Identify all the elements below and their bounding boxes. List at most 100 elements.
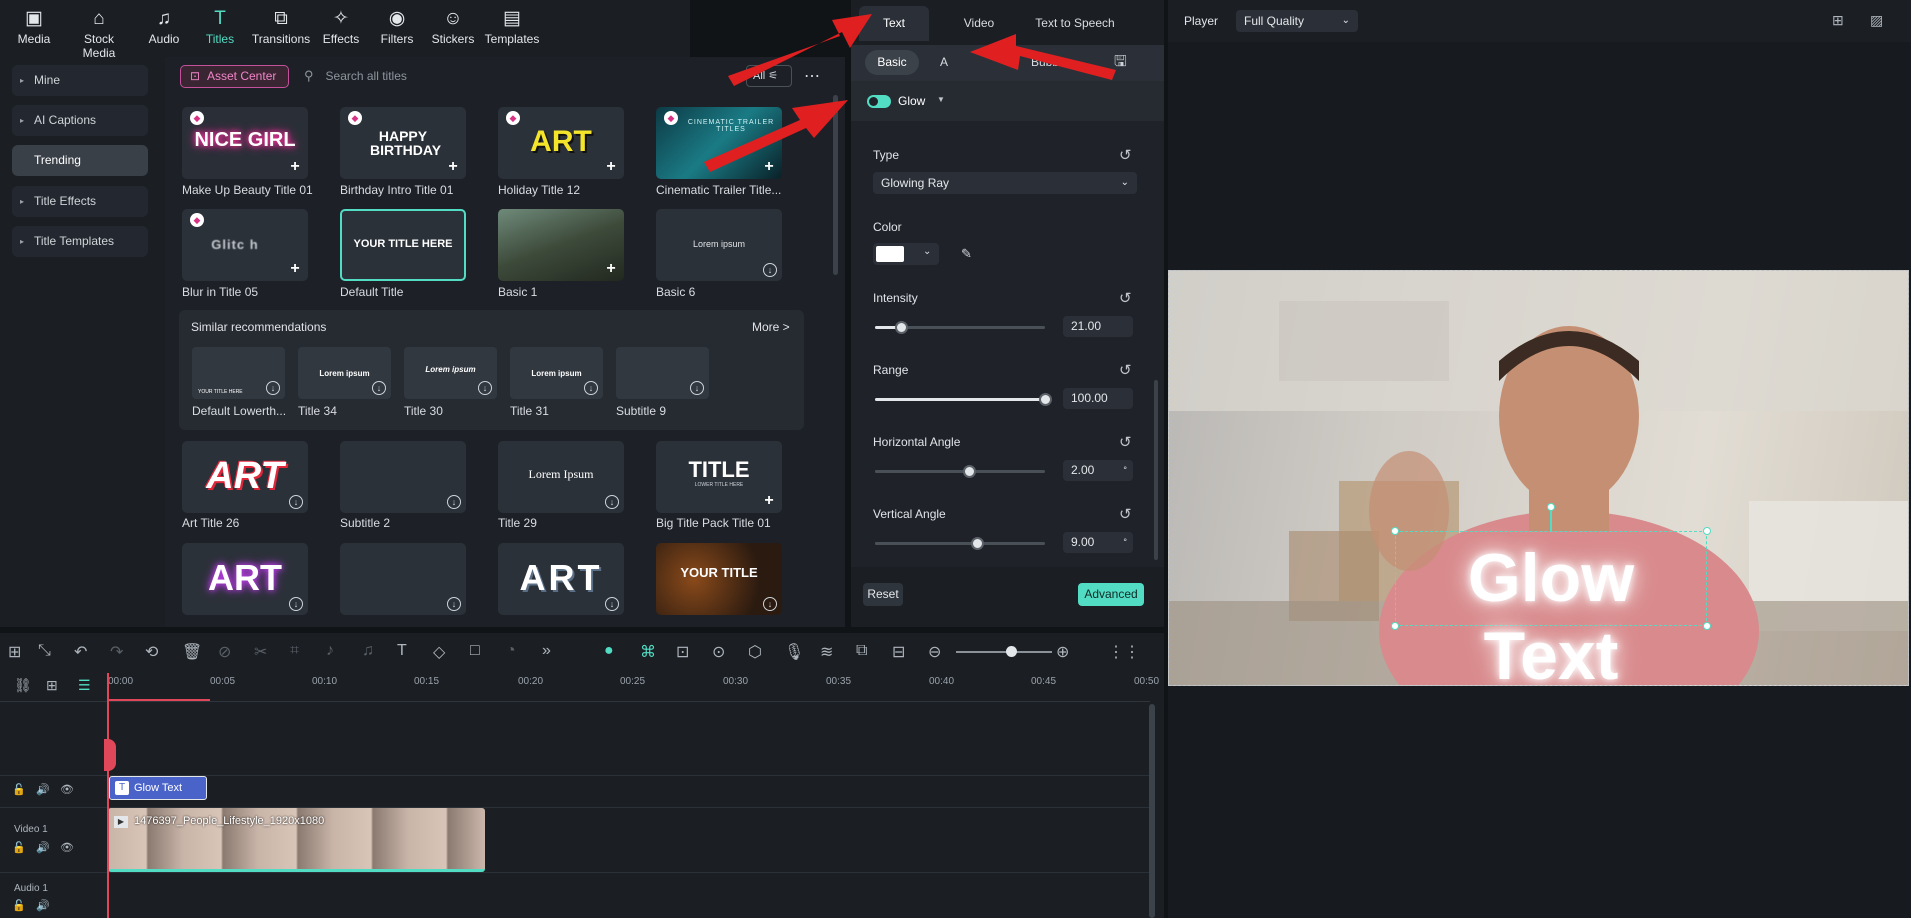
detach-icon[interactable]: ⊘ bbox=[218, 642, 231, 662]
download-icon[interactable]: ↓ bbox=[266, 381, 280, 395]
add-icon[interactable]: + bbox=[604, 159, 618, 175]
toolbar-templates[interactable]: ▤ Templates bbox=[481, 6, 543, 46]
audio-edit-icon[interactable]: ♪ bbox=[326, 642, 334, 660]
more-link[interactable]: More > bbox=[752, 320, 790, 334]
title-thumb-holiday-12[interactable]: ◆ ART + bbox=[498, 107, 624, 179]
asset-center-button[interactable]: ⊡ Asset Center bbox=[180, 65, 289, 88]
video-clip[interactable]: ▶ 1476397_People_Lifestyle_1920x1080 bbox=[108, 808, 485, 872]
tab-text[interactable]: Text bbox=[859, 6, 929, 41]
video-preview[interactable]: Glow Text bbox=[1168, 270, 1909, 686]
download-icon[interactable]: ↓ bbox=[289, 597, 303, 611]
layout-icon[interactable]: ⊞ bbox=[8, 642, 21, 662]
title-thumb-subtitle[interactable]: ↓ bbox=[340, 543, 466, 615]
reset-button[interactable]: Reset bbox=[863, 583, 903, 606]
intensity-value[interactable]: 21.00 bbox=[1063, 316, 1133, 337]
zoom-slider[interactable] bbox=[956, 646, 1052, 657]
scopes-icon[interactable]: ▨ bbox=[1870, 12, 1883, 29]
download-icon[interactable]: ↓ bbox=[763, 263, 777, 277]
title-clip[interactable]: T Glow Text bbox=[109, 776, 207, 800]
title-thumb-art-glow[interactable]: ART ↓ bbox=[182, 543, 308, 615]
add-track-icon[interactable]: ⊞ bbox=[46, 677, 58, 694]
volume-icon[interactable]: 🔊 bbox=[36, 783, 50, 796]
lock-icon[interactable]: 🔓 bbox=[12, 841, 26, 854]
lock-icon[interactable]: 🔓 bbox=[12, 783, 26, 796]
search-bar[interactable]: ⚲ Search all titles bbox=[304, 68, 407, 84]
toolbar-stock-media[interactable]: ⌂ Stock Media bbox=[68, 6, 130, 60]
snap-icon[interactable]: ⌘ bbox=[640, 642, 656, 662]
download-icon[interactable]: ↓ bbox=[289, 495, 303, 509]
quality-dropdown[interactable]: Full Quality ⌄ bbox=[1236, 10, 1358, 32]
reset-horizontal-angle-icon[interactable]: ↺ bbox=[1119, 433, 1132, 451]
similar-thumb-default-lowerthird[interactable]: YOUR TITLE HERE ↓ bbox=[192, 347, 285, 399]
download-icon[interactable]: ↓ bbox=[372, 381, 386, 395]
tab-video[interactable]: Video bbox=[944, 6, 1014, 41]
title-thumb-basic-1[interactable]: + bbox=[498, 209, 624, 281]
title-thumb-blur-in-05[interactable]: ◆ Glitc h + bbox=[182, 209, 308, 281]
grid-view-icon[interactable]: ⊞ bbox=[1832, 12, 1844, 29]
props-scrollbar[interactable] bbox=[1154, 380, 1158, 560]
similar-thumb-subtitle-9[interactable]: ↓ bbox=[616, 347, 709, 399]
download-icon[interactable]: ↓ bbox=[605, 495, 619, 509]
voiceover-icon[interactable]: ≋ bbox=[820, 642, 833, 662]
download-icon[interactable]: ↓ bbox=[584, 381, 598, 395]
reset-range-icon[interactable]: ↺ bbox=[1119, 361, 1132, 379]
download-icon[interactable]: ↓ bbox=[447, 495, 461, 509]
toolbar-filters[interactable]: ◉ Filters bbox=[366, 6, 428, 46]
add-icon[interactable]: + bbox=[446, 159, 460, 175]
crop-icon[interactable]: ⌗ bbox=[290, 642, 299, 660]
grid-scrollbar[interactable] bbox=[833, 95, 838, 275]
add-icon[interactable]: + bbox=[288, 159, 302, 175]
glow-toggle[interactable] bbox=[867, 95, 891, 108]
glow-text-overlay[interactable]: Glow Text bbox=[1395, 539, 1707, 685]
similar-thumb-title-31[interactable]: Lorem ipsum ↓ bbox=[510, 347, 603, 399]
title-thumb-art-white[interactable]: ART ↓ bbox=[498, 543, 624, 615]
horizontal-angle-slider[interactable] bbox=[875, 465, 1045, 478]
sidebar-item-title-effects[interactable]: ▸ Title Effects bbox=[12, 186, 148, 217]
preview-render-icon[interactable]: ⊙ bbox=[712, 642, 725, 662]
link-icon[interactable]: ⛓ bbox=[14, 677, 32, 694]
volume-icon[interactable]: 🔊 bbox=[36, 899, 50, 912]
toolbar-transitions[interactable]: ⧉ Transitions bbox=[250, 6, 312, 46]
download-icon[interactable]: ↓ bbox=[690, 381, 704, 395]
delete-icon[interactable]: 🗑 bbox=[182, 642, 202, 662]
eye-icon[interactable]: 👁 bbox=[60, 841, 74, 854]
add-icon[interactable]: + bbox=[762, 159, 776, 175]
undo-icon[interactable]: ↶ bbox=[74, 642, 87, 662]
lock-icon[interactable]: 🔓 bbox=[12, 899, 26, 912]
range-value[interactable]: 100.00 bbox=[1063, 388, 1133, 409]
subtab-animation[interactable]: A bbox=[940, 50, 948, 75]
music-icon[interactable]: ♫ bbox=[362, 642, 374, 660]
select-tool-icon[interactable]: ⤡ bbox=[38, 642, 51, 660]
save-preset-icon[interactable]: 🖫 bbox=[1114, 51, 1127, 76]
tab-text-to-speech[interactable]: Text to Speech bbox=[1015, 6, 1135, 41]
resize-handle[interactable] bbox=[1391, 527, 1399, 535]
intensity-slider[interactable] bbox=[875, 321, 1045, 334]
type-dropdown[interactable]: Glowing Ray ⌄ bbox=[873, 172, 1137, 194]
download-icon[interactable]: ↓ bbox=[605, 597, 619, 611]
add-icon[interactable]: + bbox=[762, 493, 776, 509]
sidebar-item-mine[interactable]: ▸ Mine bbox=[12, 65, 148, 96]
title-thumb-big-title-pack[interactable]: TITLE LOWER TITLE HERE + bbox=[656, 441, 782, 513]
filter-dropdown[interactable]: All ⚟ bbox=[746, 65, 792, 87]
title-thumb-art-26[interactable]: ART ↓ bbox=[182, 441, 308, 513]
title-thumb-your-title[interactable]: YOUR TITLE ↓ bbox=[656, 543, 782, 615]
reset-type-icon[interactable]: ↺ bbox=[1119, 146, 1132, 164]
record-box-icon[interactable]: □ bbox=[470, 642, 480, 660]
render-icon[interactable]: ⊡ bbox=[676, 642, 689, 662]
text-tool-icon[interactable]: T bbox=[397, 642, 407, 660]
reset-vertical-angle-icon[interactable]: ↺ bbox=[1119, 505, 1132, 523]
download-icon[interactable]: ↓ bbox=[447, 597, 461, 611]
download-icon[interactable]: ↓ bbox=[763, 597, 777, 611]
title-thumb-make-up-beauty[interactable]: ◆ NICE GIRL + bbox=[182, 107, 308, 179]
marker-icon[interactable]: ⬡ bbox=[748, 642, 762, 662]
rotate-handle[interactable] bbox=[1547, 503, 1555, 511]
title-thumb-birthday-intro[interactable]: ◆ HAPPY BIRTHDAY + bbox=[340, 107, 466, 179]
title-thumb-default[interactable]: YOUR TITLE HERE bbox=[340, 209, 466, 281]
reset-intensity-icon[interactable]: ↺ bbox=[1119, 289, 1132, 307]
subtab-bubble[interactable]: Bubble bbox=[1031, 50, 1068, 75]
color-picker[interactable]: ⌄ bbox=[873, 243, 939, 265]
title-thumb-basic-6[interactable]: Lorem ipsum ↓ bbox=[656, 209, 782, 281]
similar-thumb-title-30[interactable]: Lorem ipsum ↓ bbox=[404, 347, 497, 399]
zoom-in-icon[interactable]: ⊕ bbox=[1056, 642, 1069, 662]
keyframe-icon[interactable]: ◇ bbox=[433, 642, 445, 662]
